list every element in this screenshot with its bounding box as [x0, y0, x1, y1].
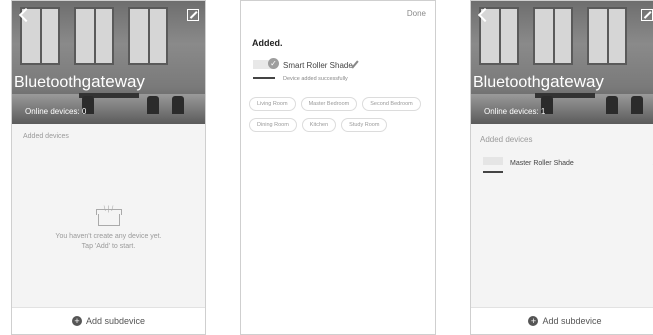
- gateway-title: Bluetoothgateway: [14, 72, 145, 92]
- empty-message-line2: Tap 'Add' to start.: [81, 243, 136, 250]
- title-part2: gateway: [81, 72, 145, 91]
- added-success-message: Device added successfully: [283, 76, 348, 82]
- add-subdevice-button[interactable]: + Add subdevice: [471, 307, 653, 334]
- empty-message-line1: You haven't create any device yet.: [55, 233, 162, 240]
- added-devices-label: Added devices: [23, 133, 69, 140]
- edit-icon[interactable]: [641, 9, 653, 21]
- plus-circle-icon: +: [71, 316, 82, 326]
- window-decoration: [74, 7, 114, 65]
- check-icon: ✓: [268, 58, 279, 69]
- window-decoration: [587, 7, 627, 65]
- hero-image: Bluetoothgateway Online devices: 0: [12, 1, 205, 124]
- room-chip-living-room[interactable]: Living Room: [249, 97, 296, 111]
- room-chip-second-bedroom[interactable]: Second Bedroom: [362, 97, 421, 111]
- add-subdevice-button[interactable]: + Add subdevice: [12, 307, 205, 334]
- plus-circle-icon: +: [528, 316, 539, 326]
- device-added-screen: Done Added. ✓ Smart Roller Shade Device …: [240, 0, 436, 335]
- chair-decoration: [172, 96, 184, 114]
- empty-box-icon: [95, 209, 122, 226]
- room-chip-kitchen[interactable]: Kitchen: [301, 118, 337, 132]
- shade-graphic: [483, 157, 503, 165]
- window-decoration: [533, 7, 573, 65]
- online-devices-count: Online devices: 0: [25, 107, 87, 116]
- shade-bar-graphic: [253, 77, 275, 79]
- add-subdevice-label: Add subdevice: [542, 316, 602, 326]
- chair-decoration: [606, 96, 618, 114]
- window-decoration: [128, 7, 168, 65]
- device-thumbnail: [483, 157, 503, 174]
- add-subdevice-label: Add subdevice: [85, 316, 146, 326]
- gateway-screen-with-device: Bluetoothgateway Online devices: 1 Added…: [470, 0, 653, 335]
- hero-image: Bluetoothgateway Online devices: 1: [471, 1, 653, 124]
- device-name: Smart Roller Shade: [283, 61, 353, 70]
- done-button[interactable]: Done: [407, 9, 426, 18]
- added-devices-label: Added devices: [480, 135, 533, 144]
- gateway-title: Bluetoothgateway: [473, 72, 604, 92]
- device-name: Master Roller Shade: [510, 160, 574, 167]
- chair-decoration: [631, 96, 643, 114]
- chair-decoration: [147, 96, 159, 114]
- edit-icon[interactable]: [187, 9, 199, 21]
- room-chip-study-room[interactable]: Study Room: [341, 118, 388, 132]
- shade-bar-graphic: [483, 171, 503, 173]
- empty-state: \ | / You haven't create any device yet.…: [12, 206, 205, 252]
- gateway-screen-empty: Bluetoothgateway Online devices: 0 Added…: [11, 0, 206, 335]
- title-part2: gateway: [540, 72, 604, 91]
- room-chip-master-bedroom[interactable]: Master Bedroom: [300, 97, 358, 111]
- online-devices-count: Online devices: 1: [484, 107, 546, 116]
- room-chips: Living Room Master Bedroom Second Bedroo…: [249, 97, 421, 132]
- room-chip-dining-room[interactable]: Dining Room: [249, 118, 297, 132]
- title-part1: Bluetooth: [473, 74, 541, 91]
- added-title: Added.: [252, 38, 283, 48]
- title-part1: Bluetooth: [14, 74, 82, 91]
- device-list-item[interactable]: Master Roller Shade ···: [471, 151, 653, 181]
